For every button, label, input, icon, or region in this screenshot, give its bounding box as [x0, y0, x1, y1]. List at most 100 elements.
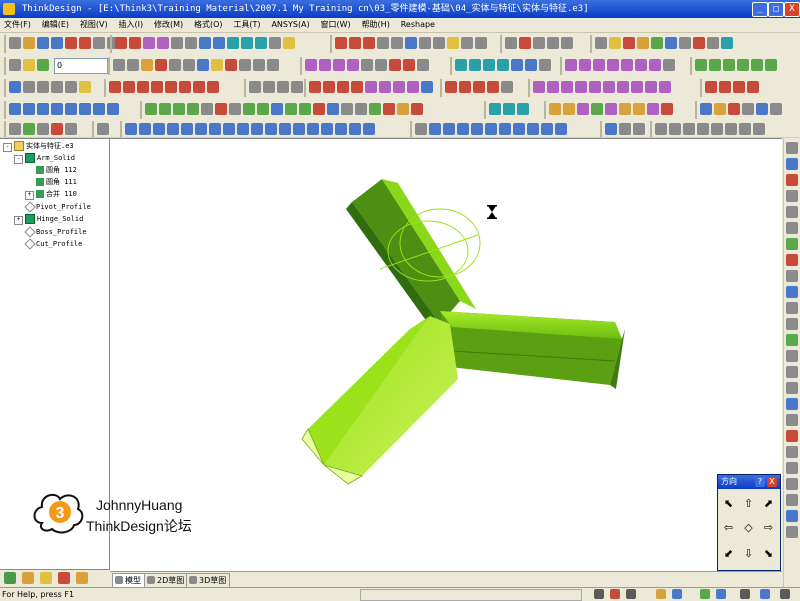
- tree-item-boss-profile[interactable]: Boss_Profile: [24, 226, 87, 238]
- an-3-icon[interactable]: [633, 123, 645, 135]
- pick-point-icon[interactable]: [547, 37, 559, 49]
- surf-8-icon[interactable]: [631, 81, 643, 93]
- menu-tools[interactable]: 工具(T): [229, 18, 264, 32]
- sf-3-icon[interactable]: [173, 103, 185, 115]
- view-iso-icon[interactable]: [255, 37, 267, 49]
- surf-9-icon[interactable]: [645, 81, 657, 93]
- entity-1-icon[interactable]: [565, 59, 577, 71]
- se-2-icon[interactable]: [719, 81, 731, 93]
- sf-1-icon[interactable]: [145, 103, 157, 115]
- hide-icon[interactable]: [461, 37, 473, 49]
- snap-near-icon[interactable]: [361, 59, 373, 71]
- snap-off-icon[interactable]: [403, 59, 415, 71]
- ms-15-icon[interactable]: [321, 123, 333, 135]
- rotate-icon[interactable]: [143, 37, 155, 49]
- sc-7-icon[interactable]: [393, 81, 405, 93]
- ortho-icon[interactable]: [417, 59, 429, 71]
- wedge-icon[interactable]: [525, 59, 537, 71]
- view-right-icon[interactable]: ⇨: [762, 521, 775, 534]
- filter-icon[interactable]: [561, 37, 573, 49]
- entity-3-icon[interactable]: [593, 59, 605, 71]
- options-icon[interactable]: [707, 37, 719, 49]
- shade-icon[interactable]: [199, 37, 211, 49]
- view-up-right-icon[interactable]: ⬈: [762, 497, 775, 510]
- surf-7-icon[interactable]: [617, 81, 629, 93]
- menu-view[interactable]: 视图(V): [76, 18, 112, 32]
- wireframe-icon[interactable]: [213, 37, 225, 49]
- se-3-icon[interactable]: [733, 81, 745, 93]
- ms-9-icon[interactable]: [237, 123, 249, 135]
- rt-17-icon[interactable]: [786, 398, 798, 410]
- snap-icon[interactable]: [609, 37, 621, 49]
- surf-3-icon[interactable]: [561, 81, 573, 93]
- collapse-icon[interactable]: -: [3, 143, 12, 152]
- line-icon[interactable]: [9, 81, 21, 93]
- layer-icon[interactable]: [405, 37, 417, 49]
- sweep-icon[interactable]: [37, 103, 49, 115]
- polyline-icon[interactable]: [23, 81, 35, 93]
- layer-manager-icon[interactable]: [595, 37, 607, 49]
- tree-root[interactable]: - 实体与特征.e3: [3, 141, 74, 152]
- ms-12-icon[interactable]: [279, 123, 291, 135]
- point-3-icon[interactable]: [473, 81, 485, 93]
- rt-15-icon[interactable]: [786, 366, 798, 378]
- status-solid-icon[interactable]: [700, 589, 710, 599]
- rt-23-icon[interactable]: [786, 494, 798, 506]
- snap-quad-icon[interactable]: [375, 59, 387, 71]
- green-1-icon[interactable]: [695, 59, 707, 71]
- tf-4-icon[interactable]: [457, 123, 469, 135]
- minimize-button[interactable]: _: [752, 2, 768, 17]
- entity-5-icon[interactable]: [621, 59, 633, 71]
- menu-help[interactable]: 帮助(H): [358, 18, 394, 32]
- sc-9-icon[interactable]: [421, 81, 433, 93]
- snap-intersect-icon[interactable]: [333, 59, 345, 71]
- grid-icon[interactable]: [623, 37, 635, 49]
- sf-7-icon[interactable]: [229, 103, 241, 115]
- tf-7-icon[interactable]: [499, 123, 511, 135]
- ut-1-icon[interactable]: [9, 123, 21, 135]
- menu-format[interactable]: 格式(O): [190, 18, 227, 32]
- select-icon[interactable]: [505, 37, 517, 49]
- sf-2-icon[interactable]: [159, 103, 171, 115]
- shell-icon[interactable]: [65, 103, 77, 115]
- rt-3-icon[interactable]: [786, 174, 798, 186]
- redo-icon[interactable]: [79, 37, 91, 49]
- sf-10-icon[interactable]: [271, 103, 283, 115]
- ms-6-icon[interactable]: [195, 123, 207, 135]
- direction-close-button[interactable]: X: [767, 477, 777, 487]
- curve-4-icon[interactable]: [151, 81, 163, 93]
- rt-19-icon[interactable]: [786, 430, 798, 442]
- sf-9-icon[interactable]: [257, 103, 269, 115]
- extend-icon[interactable]: [263, 81, 275, 93]
- sf-12-icon[interactable]: [299, 103, 311, 115]
- an-1-icon[interactable]: [605, 123, 617, 135]
- rt-13-icon[interactable]: [786, 334, 798, 346]
- extrude-icon[interactable]: [9, 103, 21, 115]
- rt-24-icon[interactable]: [786, 510, 798, 522]
- surf-4-icon[interactable]: [575, 81, 587, 93]
- circle-icon[interactable]: [51, 81, 63, 93]
- menu-edit[interactable]: 编辑(E): [38, 18, 73, 32]
- sc-4-icon[interactable]: [351, 81, 363, 93]
- cone-icon[interactable]: [497, 59, 509, 71]
- snap-tangent-icon[interactable]: [319, 59, 331, 71]
- ft-6-icon[interactable]: [619, 103, 631, 115]
- rt-14-icon[interactable]: [786, 350, 798, 362]
- new-icon[interactable]: [9, 37, 21, 49]
- symbol-icon[interactable]: [183, 59, 195, 71]
- hole-icon[interactable]: [107, 103, 119, 115]
- surf-6-icon[interactable]: [603, 81, 615, 93]
- tab-2d-sketch[interactable]: 2D草图: [144, 573, 189, 588]
- green-2-icon[interactable]: [709, 59, 721, 71]
- point-4-icon[interactable]: [487, 81, 499, 93]
- ms-17-icon[interactable]: [349, 123, 361, 135]
- rt-21-icon[interactable]: [786, 462, 798, 474]
- view-down-icon[interactable]: ⇩: [742, 547, 755, 560]
- doc-6-icon[interactable]: [770, 103, 782, 115]
- ut-2-icon[interactable]: [23, 123, 35, 135]
- ft-7-icon[interactable]: [633, 103, 645, 115]
- render-icon[interactable]: [651, 37, 663, 49]
- rt-8-icon[interactable]: [786, 254, 798, 266]
- snap-mid-icon[interactable]: [253, 59, 265, 71]
- status-ortho-icon[interactable]: [626, 589, 636, 599]
